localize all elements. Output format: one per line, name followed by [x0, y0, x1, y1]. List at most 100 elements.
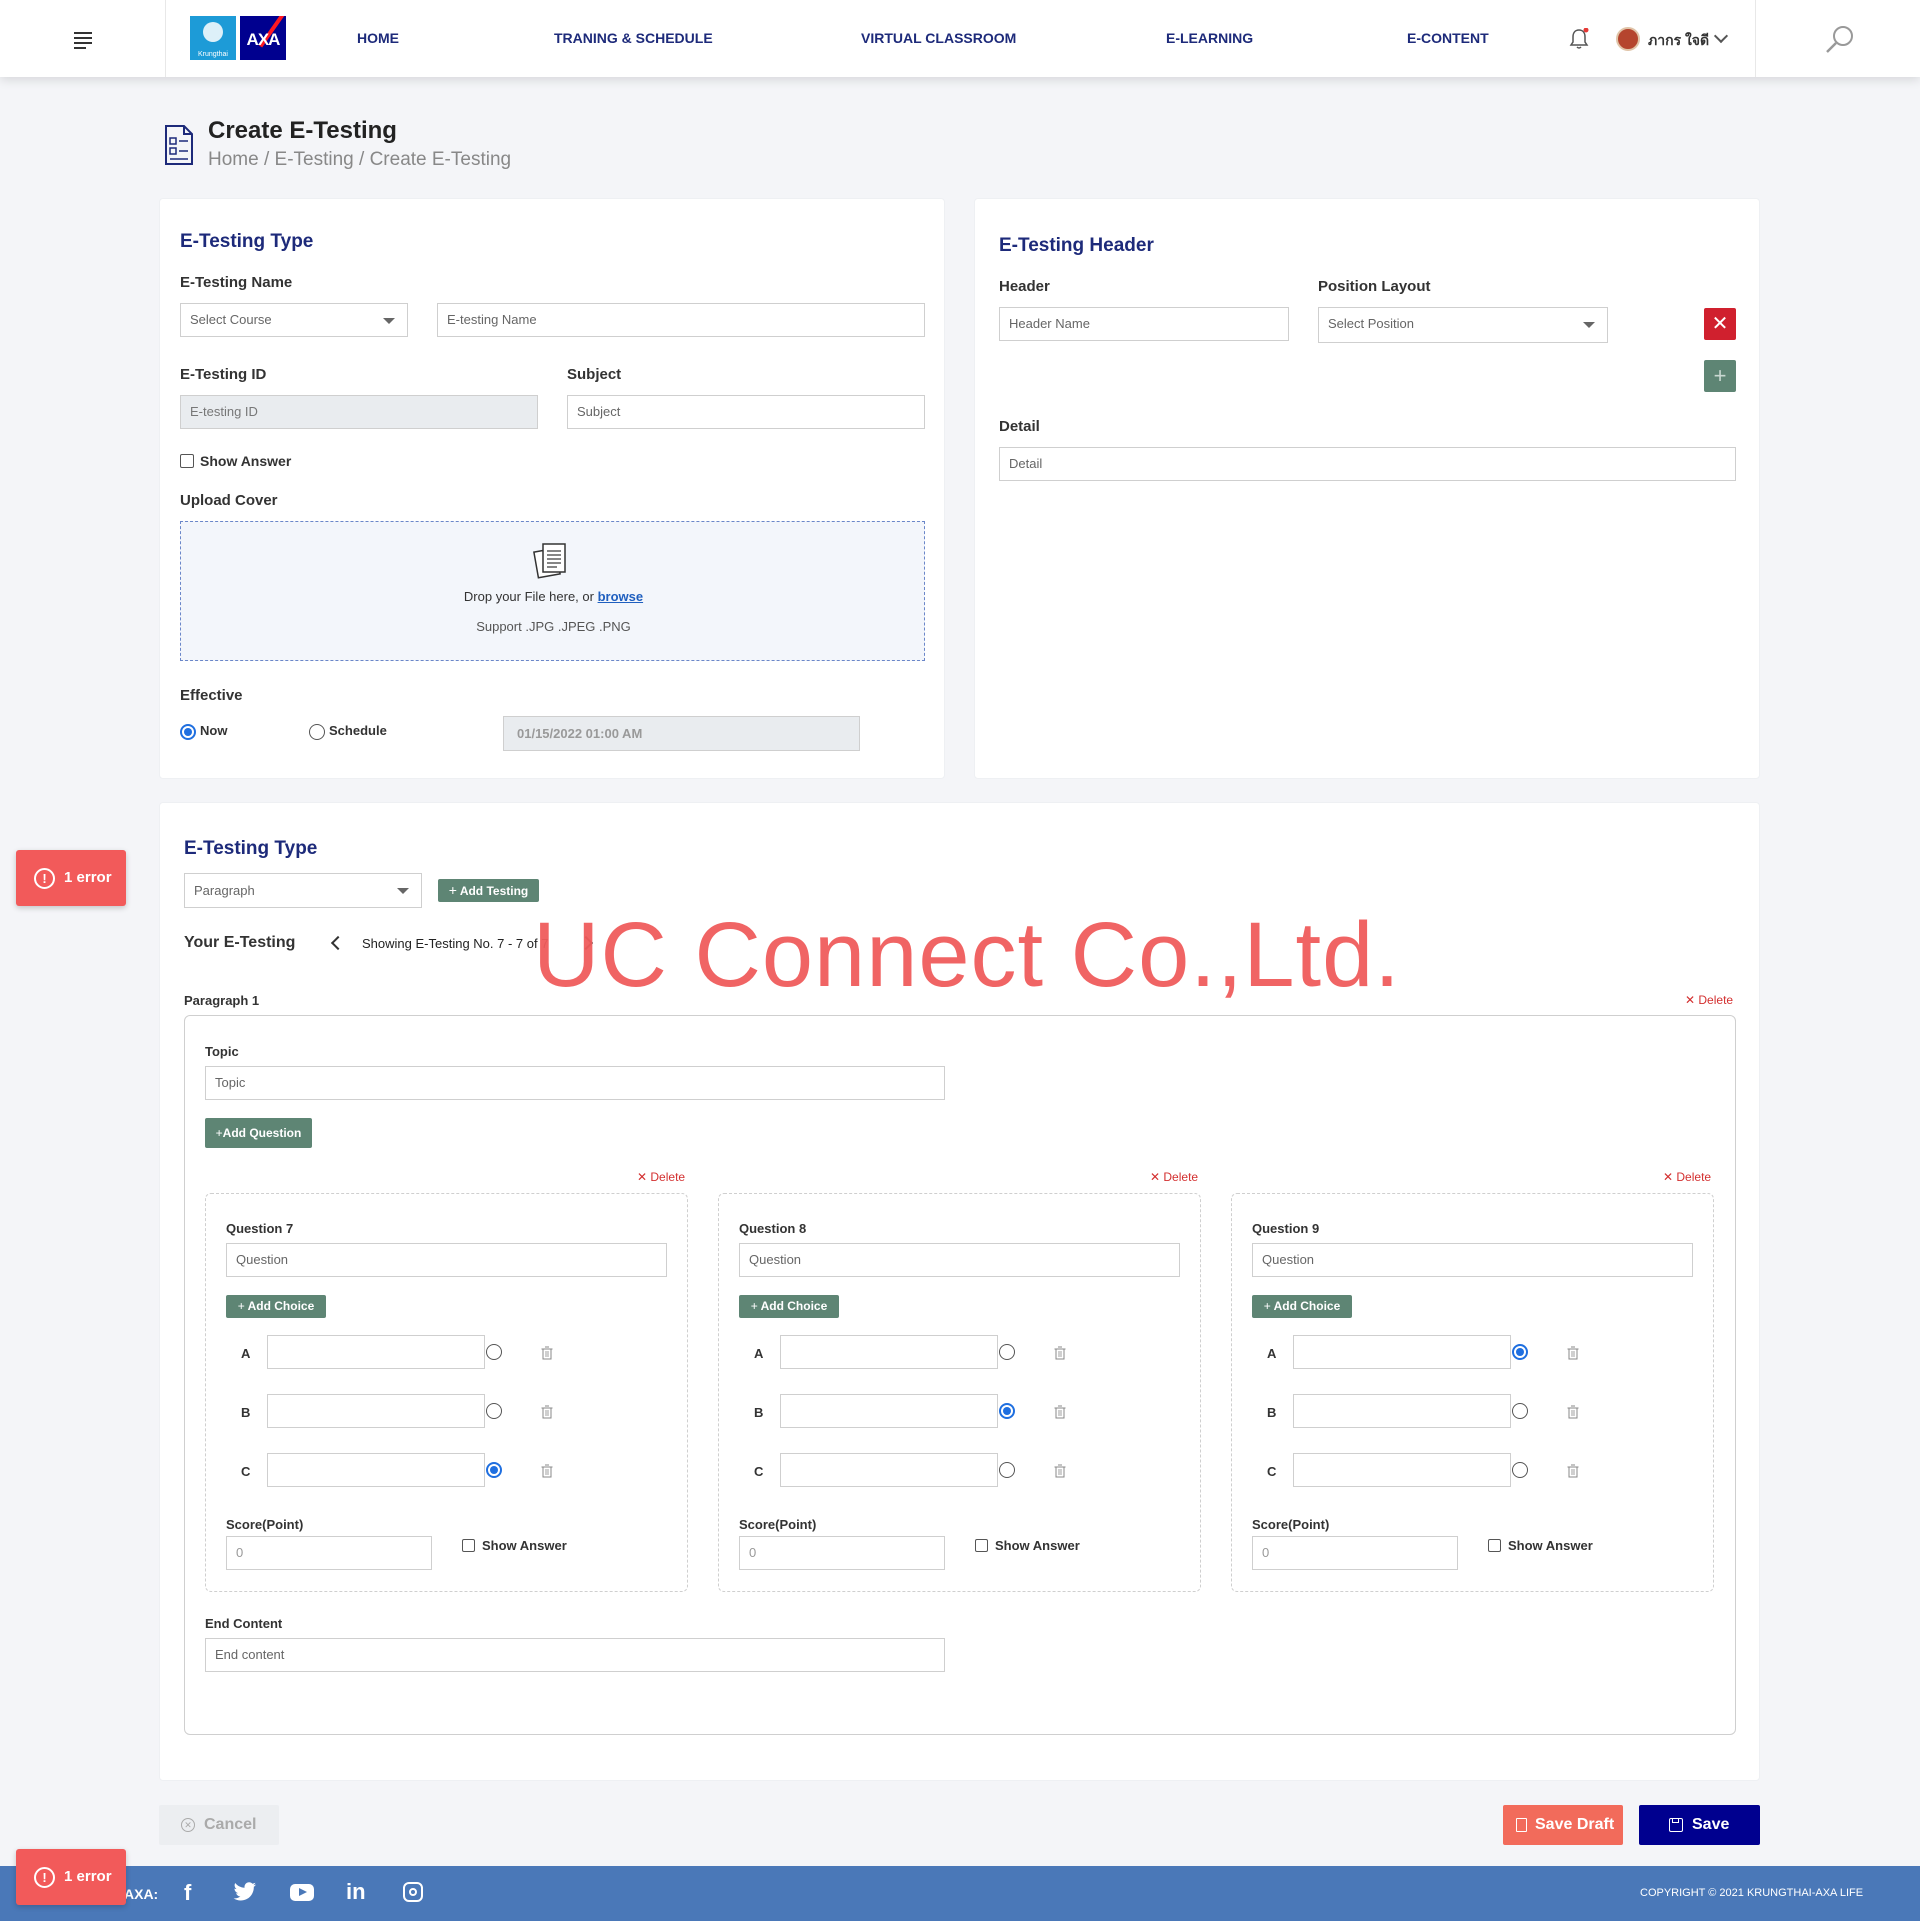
trash-icon[interactable] — [1054, 1464, 1068, 1478]
instagram-icon[interactable] — [403, 1882, 423, 1902]
correct-answer-radio[interactable] — [999, 1462, 1015, 1478]
hamburger-menu-icon[interactable] — [74, 32, 94, 49]
error-count: 1 error — [64, 869, 112, 886]
breadcrumb-home[interactable]: Home — [208, 149, 259, 170]
add-choice-button[interactable]: + Add Choice — [226, 1295, 326, 1318]
trash-icon[interactable] — [1054, 1346, 1068, 1360]
correct-answer-radio[interactable] — [1512, 1344, 1528, 1360]
position-select[interactable]: Select Position — [1318, 307, 1608, 343]
linkedin-icon[interactable]: in — [346, 1879, 366, 1905]
krungthai-logo: Krungthai — [190, 16, 236, 60]
choice-input[interactable] — [267, 1335, 485, 1369]
cancel-button[interactable]: ✕ Cancel — [159, 1805, 279, 1845]
course-select[interactable]: Select Course — [180, 303, 408, 337]
score-input[interactable]: 0 — [226, 1536, 432, 1570]
trash-icon[interactable] — [1567, 1405, 1581, 1419]
correct-answer-radio[interactable] — [1512, 1462, 1528, 1478]
delete-question-button[interactable]: ✕ Delete — [1150, 1170, 1198, 1184]
youtube-icon[interactable] — [290, 1884, 314, 1901]
add-choice-button[interactable]: + Add Choice — [1252, 1295, 1352, 1318]
choice-input[interactable] — [780, 1394, 998, 1428]
save-draft-button[interactable]: Save Draft — [1503, 1805, 1623, 1845]
question-show-answer-checkbox[interactable] — [975, 1539, 988, 1552]
question-input[interactable]: Question — [1252, 1243, 1693, 1277]
correct-answer-radio[interactable] — [999, 1403, 1015, 1419]
score-input[interactable]: 0 — [739, 1536, 945, 1570]
e-testing-id-label: E-Testing ID — [180, 366, 267, 383]
e-testing-name-label: E-Testing Name — [180, 274, 293, 291]
choice-input[interactable] — [267, 1453, 485, 1487]
correct-answer-radio[interactable] — [486, 1344, 502, 1360]
topic-input[interactable]: Topic — [205, 1066, 945, 1100]
browse-link[interactable]: browse — [598, 589, 644, 604]
delete-question-button[interactable]: ✕ Delete — [1663, 1170, 1711, 1184]
nav-virtual-classroom[interactable]: VIRTUAL CLASSROOM — [861, 30, 1016, 46]
trash-icon[interactable] — [1054, 1405, 1068, 1419]
question-show-answer-checkbox[interactable] — [1488, 1539, 1501, 1552]
choice-input[interactable] — [1293, 1335, 1511, 1369]
nav-e-content[interactable]: E-CONTENT — [1407, 30, 1489, 46]
brand-logo[interactable]: Krungthai AXA — [190, 16, 286, 60]
choice-input[interactable] — [780, 1335, 998, 1369]
trash-icon[interactable] — [541, 1346, 555, 1360]
watermark-text: UC Connect Co.,Ltd. — [533, 904, 1401, 1006]
effective-schedule-radio[interactable] — [309, 724, 325, 740]
trash-icon[interactable] — [1567, 1464, 1581, 1478]
user-avatar[interactable] — [1616, 27, 1640, 51]
choice-input[interactable] — [1293, 1394, 1511, 1428]
notification-bell-icon[interactable] — [1569, 27, 1589, 50]
error-toast-bottom[interactable]: ! 1 error — [16, 1849, 126, 1905]
error-toast[interactable]: ! 1 error — [16, 850, 126, 906]
add-choice-button[interactable]: + Add Choice — [739, 1295, 839, 1318]
twitter-icon[interactable] — [233, 1882, 257, 1902]
correct-answer-radio[interactable] — [486, 1403, 502, 1419]
score-input[interactable]: 0 — [1252, 1536, 1458, 1570]
nav-training-schedule[interactable]: TRANING & SCHEDULE — [554, 30, 713, 46]
e-testing-name-input[interactable]: E-testing Name — [437, 303, 925, 337]
search-icon[interactable] — [1824, 24, 1856, 56]
drop-text: Drop your File here, or browse — [463, 589, 644, 604]
e-testing-id-input: E-testing ID — [180, 395, 538, 429]
add-header-button[interactable]: + — [1704, 360, 1736, 392]
nav-e-learning[interactable]: E-LEARNING — [1166, 30, 1253, 46]
save-button[interactable]: Save — [1639, 1805, 1760, 1845]
choice-input[interactable] — [267, 1394, 485, 1428]
breadcrumb-e-testing[interactable]: E-Testing — [275, 149, 354, 170]
trash-icon[interactable] — [1567, 1346, 1581, 1360]
choice-input[interactable] — [780, 1453, 998, 1487]
nav-home[interactable]: HOME — [357, 30, 399, 46]
save-draft-label: Save Draft — [1535, 1816, 1615, 1833]
effective-now-radio[interactable] — [180, 724, 196, 740]
testing-type-select[interactable]: Paragraph — [184, 873, 422, 908]
user-name[interactable]: ภากร ใจดี — [1648, 30, 1709, 52]
choice-input[interactable] — [1293, 1453, 1511, 1487]
add-question-button[interactable]: +Add Question — [205, 1118, 312, 1148]
subject-input[interactable]: Subject — [567, 395, 925, 429]
trash-icon[interactable] — [541, 1464, 555, 1478]
question-show-answer-checkbox[interactable] — [462, 1539, 475, 1552]
delete-question-button[interactable]: ✕ Delete — [637, 1170, 685, 1184]
upload-dropzone[interactable]: Drop your File here, or browse Support .… — [180, 521, 925, 661]
add-testing-button[interactable]: + Add Testing — [438, 879, 539, 902]
question-input[interactable]: Question — [739, 1243, 1180, 1277]
question-input[interactable]: Question — [226, 1243, 667, 1277]
footer: AXA: f in COPYRIGHT © 2021 KRUNGTHAI-AXA… — [0, 1866, 1920, 1921]
end-content-input[interactable]: End content — [205, 1638, 945, 1672]
correct-answer-radio[interactable] — [1512, 1403, 1528, 1419]
chevron-down-icon[interactable] — [1713, 28, 1729, 44]
detail-input[interactable]: Detail — [999, 447, 1736, 481]
header-name-input[interactable]: Header Name — [999, 307, 1289, 341]
e-testing-header-title: E-Testing Header — [999, 235, 1154, 256]
plus-icon: + — [237, 1299, 245, 1313]
show-answer-checkbox[interactable] — [180, 454, 194, 468]
delete-paragraph-button[interactable]: ✕ Delete — [1685, 993, 1733, 1007]
facebook-icon[interactable]: f — [184, 1880, 191, 1906]
choice-letter: C — [241, 1464, 251, 1479]
show-answer-label: Show Answer — [200, 453, 292, 469]
question-show-answer-label: Show Answer — [1508, 1538, 1593, 1553]
plus-icon: + — [448, 882, 457, 898]
correct-answer-radio[interactable] — [486, 1462, 502, 1478]
trash-icon[interactable] — [541, 1405, 555, 1419]
remove-header-button[interactable]: ✕ — [1704, 308, 1736, 340]
correct-answer-radio[interactable] — [999, 1344, 1015, 1360]
